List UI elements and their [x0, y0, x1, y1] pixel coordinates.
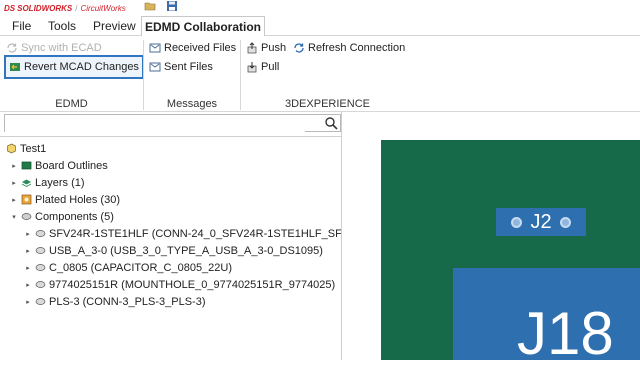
pad-icon	[511, 216, 523, 228]
pad-icon	[559, 216, 571, 228]
tree-root-label: Test1	[20, 142, 47, 155]
feature-tree-panel: Test1 ▸ Board Outlines ▸ Layers (1) ▸ Pl…	[0, 112, 342, 360]
tree-item-components[interactable]: ▾ Components (5)	[10, 208, 114, 225]
push-label: Push	[261, 42, 287, 54]
component-label: USB_A_3-0 (USB_3_0_TYPE_A_USB_A_3-0_DS10…	[49, 244, 323, 257]
tree-item-layers[interactable]: ▸ Layers (1)	[10, 174, 85, 191]
brand-separator: /	[75, 3, 78, 13]
revert-icon	[10, 63, 20, 71]
tab-edmd-collaboration[interactable]: EDMD Collaboration	[141, 16, 265, 37]
app-logo: DS SOLIDWORKS / CircuitWorks	[4, 2, 126, 14]
component-label: SFV24R-1STE1HLF (CONN-24_0_SFV24R-1STE1H…	[49, 227, 341, 240]
sync-with-ecad-label: Sync with ECAD	[21, 42, 102, 54]
messages-group-label: Messages	[166, 98, 218, 110]
plated-holes-icon	[21, 194, 32, 205]
tree-item-board-outlines[interactable]: ▸ Board Outlines	[10, 157, 108, 174]
component-j18[interactable]: J18	[453, 268, 640, 364]
received-files-button[interactable]: Received Files	[149, 39, 236, 57]
brand-solidworks: SOLIDWORKS	[17, 3, 73, 13]
pull-icon	[247, 62, 257, 73]
component-icon	[35, 281, 46, 288]
component-label: PLS-3 (CONN-3_PLS-3_PLS-3)	[49, 295, 206, 308]
assembly-icon	[7, 143, 16, 154]
revert-mcad-changes-label: Revert MCAD Changes	[24, 61, 139, 73]
search-icon[interactable]	[324, 116, 338, 130]
edmd-group-label: EDMD	[55, 98, 88, 110]
board-outline-icon	[21, 161, 32, 170]
title-bar: DS SOLIDWORKS / CircuitWorks	[0, 0, 640, 16]
push-icon	[247, 42, 257, 54]
component-row[interactable]: ▸ USB_A_3-0 (USB_3_0_TYPE_A_USB_A_3-0_DS…	[24, 242, 323, 259]
component-label: C_0805 (CAPACITOR_C_0805_22U)	[49, 261, 233, 274]
component-label: 9774025151R (MOUNTHOLE_0_9774025151R_977…	[49, 278, 336, 291]
pull-label: Pull	[261, 61, 280, 73]
j2-label: J2	[530, 210, 552, 233]
component-row[interactable]: ▸ PLS-3 (CONN-3_PLS-3_PLS-3)	[24, 293, 206, 310]
component-icon	[35, 298, 46, 305]
pcb-preview-canvas[interactable]: J2 J18	[343, 112, 640, 364]
refresh-connection-label: Refresh Connection	[308, 42, 406, 54]
expand-arrow-icon[interactable]: ▸	[24, 264, 32, 272]
collapse-arrow-icon[interactable]: ▾	[10, 213, 18, 221]
search-box[interactable]	[4, 114, 341, 133]
sent-files-icon	[149, 62, 161, 72]
component-icon	[35, 264, 46, 271]
component-row[interactable]: ▸ C_0805 (CAPACITOR_C_0805_22U)	[24, 259, 232, 276]
j18-label: J18	[517, 300, 614, 367]
push-button[interactable]: Push	[246, 39, 286, 57]
sync-icon	[7, 43, 17, 53]
pcb-board[interactable]: J2 J18	[381, 140, 640, 364]
received-files-icon	[149, 43, 161, 53]
tab-file[interactable]: File	[12, 16, 31, 36]
tree-item-plated-holes[interactable]: ▸ Plated Holes (30)	[10, 191, 120, 208]
component-icon	[35, 230, 46, 237]
brand-circuitworks: CircuitWorks	[80, 3, 126, 13]
refresh-connection-button[interactable]: Refresh Connection	[293, 39, 405, 57]
open-folder-icon[interactable]	[144, 0, 156, 12]
expand-arrow-icon[interactable]: ▸	[24, 230, 32, 238]
components-icon	[21, 213, 32, 220]
component-row[interactable]: ▸ 9774025151R (MOUNTHOLE_0_9774025151R_9…	[24, 276, 335, 293]
tree-root[interactable]: Test1	[6, 140, 46, 157]
layers-icon	[21, 179, 32, 188]
tab-preview[interactable]: Preview	[93, 16, 136, 36]
tree-item-label: Components (5)	[35, 210, 114, 223]
sent-files-button[interactable]: Sent Files	[149, 58, 213, 76]
expand-arrow-icon[interactable]: ▸	[24, 281, 32, 289]
sent-files-label: Sent Files	[164, 61, 213, 73]
expand-arrow-icon[interactable]: ▸	[24, 298, 32, 306]
pull-button[interactable]: Pull	[246, 58, 279, 76]
expand-arrow-icon[interactable]: ▸	[10, 196, 18, 204]
tree-item-label: Layers (1)	[35, 176, 85, 189]
menu-tabs: File Tools Preview EDMD Collaboration	[0, 16, 640, 37]
component-icon	[35, 247, 46, 254]
component-j2[interactable]: J2	[496, 208, 586, 236]
search-input[interactable]	[5, 117, 305, 133]
refresh-icon	[294, 43, 304, 53]
brand-ds: DS	[4, 3, 16, 13]
received-files-label: Received Files	[164, 42, 237, 54]
expand-arrow-icon[interactable]: ▸	[24, 247, 32, 255]
tree-item-label: Plated Holes (30)	[35, 193, 120, 206]
ribbon: Sync with ECAD Revert MCAD Changes EDMD …	[0, 36, 640, 112]
tab-tools[interactable]: Tools	[48, 16, 76, 36]
component-tree: Test1 ▸ Board Outlines ▸ Layers (1) ▸ Pl…	[0, 136, 341, 360]
component-row[interactable]: ▸ SFV24R-1STE1HLF (CONN-24_0_SFV24R-1STE…	[24, 225, 341, 242]
3dexperience-group-label: 3DEXPERIENCE	[285, 98, 370, 110]
save-icon[interactable]	[166, 0, 178, 12]
revert-mcad-changes-button[interactable]: Revert MCAD Changes	[4, 55, 144, 79]
expand-arrow-icon[interactable]: ▸	[10, 179, 18, 187]
expand-arrow-icon[interactable]: ▸	[10, 162, 18, 170]
tree-item-label: Board Outlines	[35, 159, 108, 172]
